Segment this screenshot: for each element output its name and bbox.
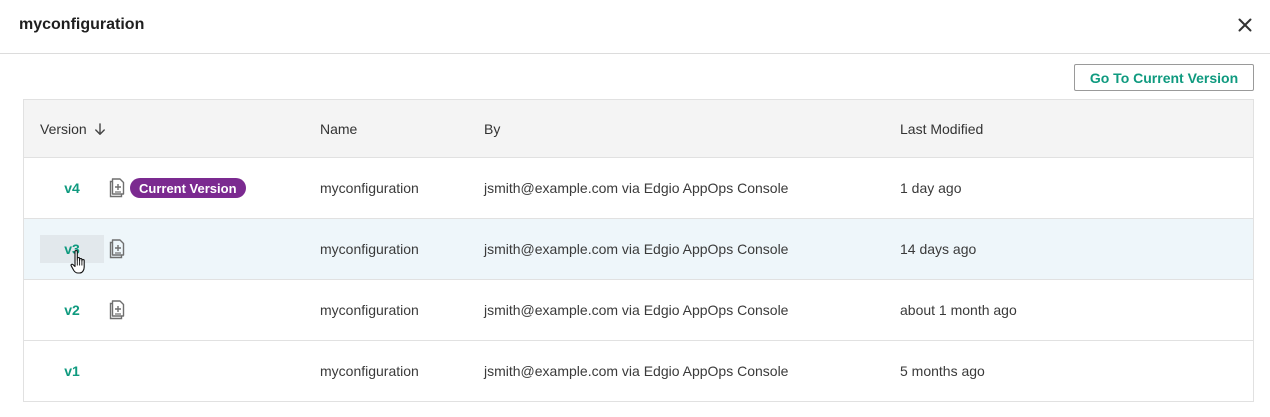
- row-last-modified: 14 days ago: [900, 241, 977, 257]
- versions-table: Version Name By Last Modified v4 Current…: [23, 99, 1254, 402]
- table-row: v4 Current Version myconfiguration jsmit…: [24, 158, 1253, 219]
- duplicate-icon: [109, 178, 125, 198]
- row-name: myconfiguration: [320, 180, 419, 196]
- version-link[interactable]: v3: [40, 235, 104, 263]
- duplicate-button[interactable]: [107, 177, 127, 199]
- sort-descending-icon: [94, 122, 105, 135]
- row-by: jsmith@example.com via Edgio AppOps Cons…: [484, 180, 789, 196]
- version-link[interactable]: v4: [40, 174, 104, 202]
- table-row: v2 myconfiguration jsmith@example.com vi…: [24, 280, 1253, 341]
- table-row: v1 myconfiguration jsmith@example.com vi…: [24, 341, 1253, 402]
- column-header-label: Version: [40, 121, 87, 137]
- version-link[interactable]: v2: [40, 296, 104, 324]
- row-by: jsmith@example.com via Edgio AppOps Cons…: [484, 363, 789, 379]
- column-header-version[interactable]: Version: [40, 121, 106, 137]
- duplicate-icon: [109, 239, 125, 259]
- close-button[interactable]: [1234, 14, 1256, 36]
- column-header-by: By: [484, 121, 501, 137]
- table-header: Version Name By Last Modified: [24, 100, 1253, 158]
- column-header-name: Name: [320, 121, 358, 137]
- row-name: myconfiguration: [320, 363, 419, 379]
- duplicate-icon: [109, 300, 125, 320]
- dialog-title: myconfiguration: [19, 16, 145, 33]
- row-name: myconfiguration: [320, 241, 419, 257]
- row-name: myconfiguration: [320, 302, 419, 318]
- table-row: v3 myconfiguration jsmith@example.com vi…: [24, 219, 1253, 280]
- row-last-modified: 1 day ago: [900, 180, 962, 196]
- dialog-header: myconfiguration: [0, 0, 1270, 54]
- row-last-modified: 5 months ago: [900, 363, 985, 379]
- duplicate-button[interactable]: [107, 238, 127, 260]
- version-link[interactable]: v1: [40, 357, 104, 385]
- row-by: jsmith@example.com via Edgio AppOps Cons…: [484, 241, 789, 257]
- column-header-last-modified: Last Modified: [900, 121, 984, 137]
- go-to-current-version-button[interactable]: Go To Current Version: [1074, 64, 1254, 91]
- close-icon: [1238, 18, 1252, 32]
- duplicate-button[interactable]: [107, 299, 127, 321]
- version-history-dialog: myconfiguration Go To Current Version Ve…: [0, 0, 1270, 417]
- row-last-modified: about 1 month ago: [900, 302, 1017, 318]
- current-version-badge: Current Version: [130, 178, 246, 198]
- row-by: jsmith@example.com via Edgio AppOps Cons…: [484, 302, 789, 318]
